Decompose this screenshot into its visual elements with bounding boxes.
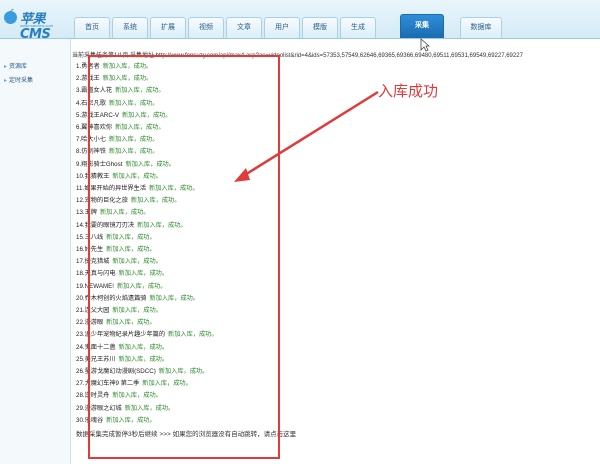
row-number: 23. [76, 331, 85, 339]
app-header: 苹果CMS www.maccms.com 首页 系统 扩展 视频 文章 用户 模… [0, 0, 600, 42]
row-number: 13. [76, 209, 85, 217]
row-number: 29. [76, 404, 85, 412]
app-logo[interactable]: 苹果CMS www.maccms.com [2, 6, 70, 42]
row-number: 22. [76, 319, 85, 327]
row-number: 20. [76, 294, 85, 302]
annotation-highlight-box [88, 55, 280, 459]
top-nav: 首页 系统 扩展 视频 文章 用户 模版 生成 采集 数据库 [70, 14, 600, 38]
logo-url: www.maccms.com [20, 23, 54, 28]
row-number: 21. [76, 307, 85, 314]
mouse-cursor-icon [420, 38, 430, 52]
row-number: 17. [76, 258, 85, 266]
sidebar-item-label: 定时采集 [9, 78, 34, 84]
row-number: 10. [76, 172, 85, 180]
nav-collect[interactable]: 采集 [400, 14, 444, 38]
nav-template[interactable]: 模版 [302, 17, 338, 38]
row-number: 16. [76, 246, 85, 253]
row-number: 19. [76, 282, 85, 290]
nav-system[interactable]: 系统 [112, 17, 148, 38]
sidebar-item-label: 资源库 [9, 64, 28, 70]
bullet-icon: ▸ [4, 64, 8, 70]
row-number: 28. [76, 392, 85, 400]
annotation-label: 入库成功 [378, 82, 439, 100]
row-number: 25. [76, 355, 85, 363]
row-number: 11. [76, 185, 85, 192]
row-number: 27. [76, 380, 85, 388]
bullet-icon: ▸ [4, 78, 8, 84]
row-number: 12. [76, 197, 85, 205]
apple-logo-icon [4, 8, 17, 24]
row-number: 15. [76, 233, 85, 241]
nav-home[interactable]: 首页 [74, 17, 110, 38]
nav-database[interactable]: 数据库 [460, 17, 502, 38]
nav-article[interactable]: 文章 [226, 17, 262, 38]
sidebar: ▸ 资源库 ▸ 定时采集 [0, 39, 71, 464]
row-number: 30. [76, 416, 85, 424]
nav-user[interactable]: 用户 [264, 17, 300, 38]
nav-generate[interactable]: 生成 [340, 17, 376, 38]
nav-extension[interactable]: 扩展 [150, 17, 186, 38]
nav-video[interactable]: 视频 [188, 17, 224, 38]
sidebar-item-resource-library[interactable]: ▸ 资源库 [0, 61, 70, 73]
row-number: 14. [76, 221, 85, 229]
row-number: 26. [76, 368, 85, 375]
row-number: 24. [76, 343, 85, 351]
row-number: 18. [76, 270, 85, 278]
sidebar-item-scheduled-collect[interactable]: ▸ 定时采集 [0, 75, 70, 87]
